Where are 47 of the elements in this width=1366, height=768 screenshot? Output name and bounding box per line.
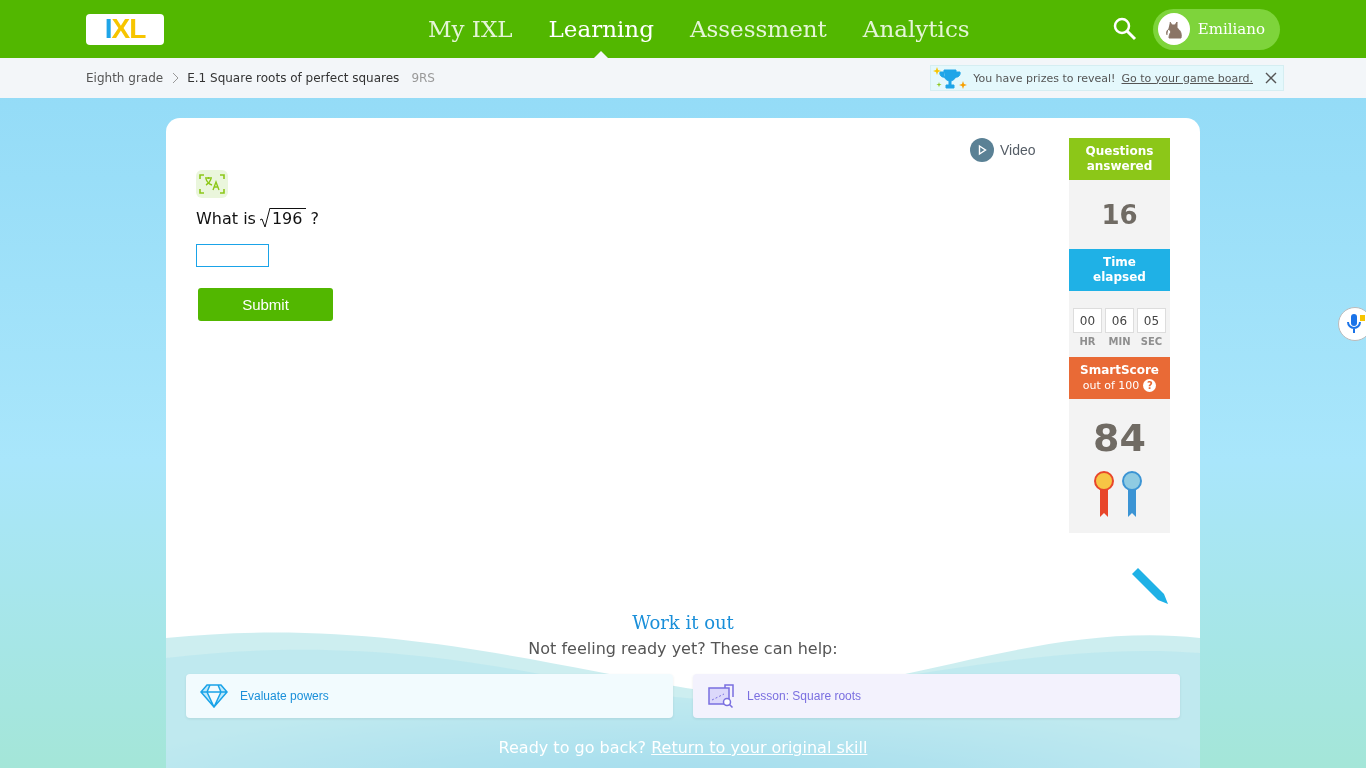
- help-icon[interactable]: ?: [1143, 379, 1157, 392]
- breadcrumb-link[interactable]: Eighth grade: [86, 71, 164, 85]
- back-message: Ready to go back? Return to your original skill: [498, 738, 868, 757]
- section-title: Work it out: [632, 612, 734, 633]
- question-text: What is 196 ?: [196, 208, 320, 228]
- section-subtitle: Not feeling ready yet? These can help:: [528, 639, 838, 658]
- time-unit: HR: [1079, 336, 1096, 347]
- score-scale: out of 100: [1082, 378, 1140, 393]
- time-value: 00: [1073, 308, 1102, 333]
- nav-tab[interactable]: Analytics: [844, 0, 988, 58]
- time-label: Time elapsed: [1069, 249, 1170, 291]
- pencil-icon[interactable]: [1130, 566, 1170, 606]
- nav-tab[interactable]: Assessment: [671, 0, 845, 58]
- answer-field[interactable]: [196, 244, 269, 267]
- lesson-board-icon: [707, 684, 735, 708]
- nav-tab[interactable]: Learning: [530, 0, 672, 58]
- microphone-button[interactable]: [1338, 307, 1366, 341]
- diamond-icon: [200, 684, 228, 708]
- smartscore-label: SmartScore: [1079, 363, 1160, 378]
- microphone-icon: [1345, 312, 1365, 336]
- logo[interactable]: IXL: [86, 13, 164, 45]
- breadcrumb-current: E.1 Square roots of perfect squares: [187, 71, 400, 85]
- game-board-link[interactable]: Go to your game board.: [1121, 71, 1253, 85]
- smartscore-value: 84: [1092, 415, 1147, 462]
- trophy-icon: [933, 66, 968, 90]
- questions-label: Questions answered: [1069, 138, 1170, 180]
- user-menu[interactable]: Emiliano: [1152, 8, 1280, 50]
- chevron-icon: [171, 72, 180, 84]
- time-unit: MIN: [1108, 336, 1131, 347]
- help-card[interactable]: Evaluate powers: [186, 674, 673, 718]
- radical-sign-icon: [259, 208, 270, 228]
- time-value: 06: [1105, 308, 1134, 333]
- time-unit: SEC: [1140, 336, 1163, 347]
- return-link[interactable]: Return to your original skill: [651, 738, 868, 757]
- time-value: 05: [1137, 308, 1166, 333]
- skill-code: 9RS: [411, 71, 435, 85]
- prize-message: You have prizes to reveal!: [973, 71, 1116, 85]
- close-icon[interactable]: [1265, 72, 1277, 84]
- translate-icon: [199, 173, 225, 195]
- questions-count: 16: [1100, 198, 1139, 232]
- translate-button[interactable]: [196, 170, 228, 198]
- nav-tab[interactable]: My IXL: [410, 0, 531, 58]
- search-icon[interactable]: [1112, 17, 1137, 41]
- video-button[interactable]: Video: [970, 138, 1036, 162]
- play-icon: [970, 138, 994, 162]
- help-card[interactable]: Lesson: Square roots: [693, 674, 1180, 718]
- submit-button[interactable]: Submit: [198, 288, 333, 321]
